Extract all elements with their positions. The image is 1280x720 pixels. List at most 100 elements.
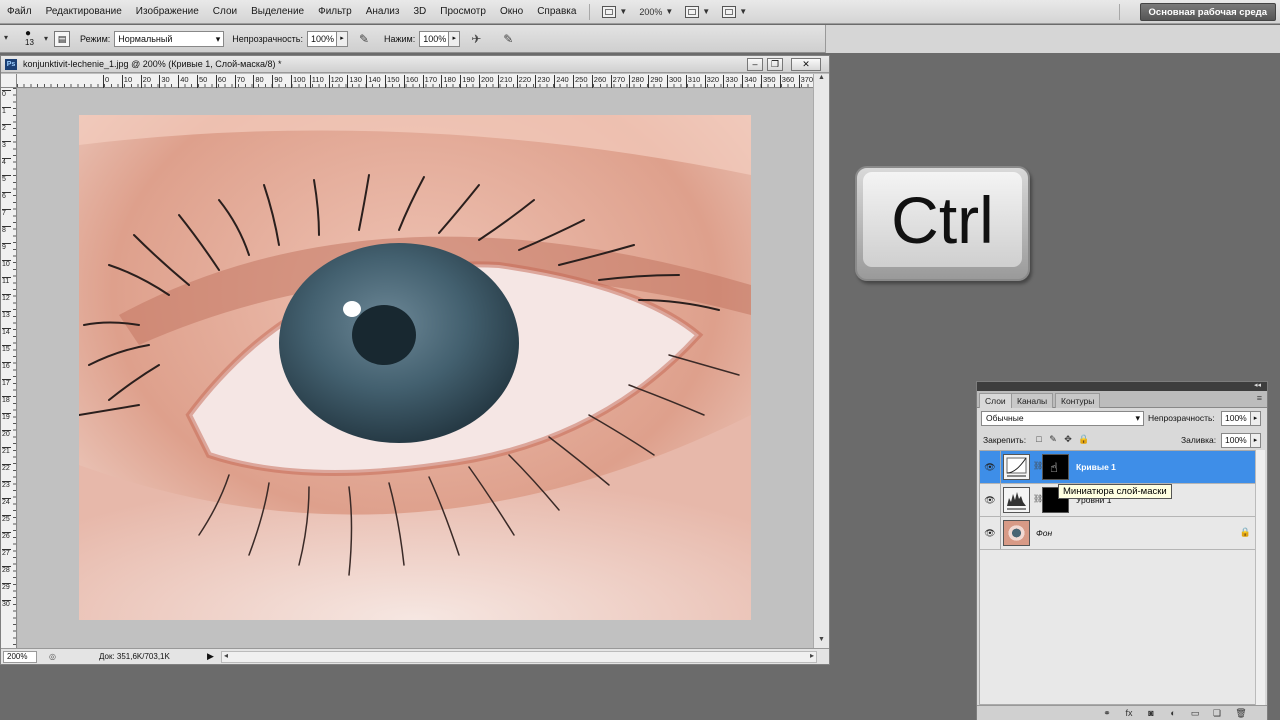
visibility-eye-icon[interactable]: 👁: [984, 461, 996, 473]
ruler-tick-label: 21: [2, 447, 11, 455]
levels-thumbnail-graphic: [1007, 492, 1026, 510]
chevron-down-icon: ▼: [619, 7, 628, 16]
tab-channels[interactable]: Каналы: [1011, 393, 1054, 408]
menu-filter[interactable]: Фильтр: [311, 6, 359, 17]
add-layer-mask-icon[interactable]: ◙: [1145, 707, 1157, 719]
layer-opacity-slider-toggle[interactable]: ▸: [1251, 411, 1261, 426]
ruler-tick-label: 360: [779, 75, 794, 88]
levels-adjustment-icon[interactable]: [1003, 487, 1030, 513]
zoom-field[interactable]: 200%: [3, 651, 37, 663]
layer-name[interactable]: Фон: [1036, 528, 1052, 538]
lock-position-icon[interactable]: ✥: [1063, 434, 1073, 444]
menu-3d[interactable]: 3D: [406, 6, 433, 17]
panel-menu-icon[interactable]: ≡: [1257, 393, 1262, 403]
document-title-bar[interactable]: Ps konjunktivit-lechenie_1.jpg @ 200% (К…: [1, 56, 829, 73]
vertical-scrollbar[interactable]: ▲ ▼: [813, 74, 829, 648]
status-menu-arrow-icon[interactable]: ▶: [207, 651, 214, 662]
ruler-tick-label: 330: [723, 75, 738, 88]
add-layer-style-icon[interactable]: fx: [1123, 707, 1135, 719]
brush-panel-toggle-button[interactable]: ▤: [54, 30, 71, 47]
new-adjustment-layer-icon[interactable]: ◐: [1167, 707, 1179, 719]
ruler-tick-label: 140: [366, 75, 381, 88]
ruler-tick-label: 260: [591, 75, 606, 88]
collapse-icon[interactable]: ◂◂: [1254, 381, 1261, 389]
photoshop-icon: Ps: [5, 59, 17, 70]
menu-view[interactable]: Просмотр: [433, 6, 493, 17]
arrange-documents-control[interactable]: ▼: [685, 5, 710, 18]
fill-slider-toggle[interactable]: ▸: [1251, 433, 1261, 448]
workspace-button[interactable]: Основная рабочая среда: [1139, 3, 1276, 21]
visibility-eye-icon[interactable]: 👁: [984, 527, 996, 539]
screen-view-control[interactable]: ▼: [722, 5, 747, 18]
menu-image[interactable]: Изображение: [129, 6, 206, 17]
tab-paths[interactable]: Контуры: [1055, 393, 1101, 408]
delete-layer-icon[interactable]: 🗑: [1235, 707, 1247, 719]
lock-transparency-icon[interactable]: □: [1034, 434, 1044, 444]
ruler-tick-label: 10: [2, 260, 11, 268]
ruler-tick-label: 100: [291, 75, 306, 88]
ruler-tick-label: 30: [2, 600, 11, 608]
menu-file[interactable]: Файл: [0, 6, 39, 17]
lock-image-icon[interactable]: ✎: [1048, 434, 1058, 444]
ruler-tick-label: 14: [2, 328, 11, 336]
eye-divider: [1000, 451, 1001, 483]
horizontal-ruler[interactable]: 0 10 20 30 40 50 60 70 80 90 100 110 120 130 140 150 160…: [17, 74, 813, 88]
fill-input[interactable]: 100%: [1221, 433, 1251, 448]
ruler-tick-label: 350: [761, 75, 776, 88]
menu-help[interactable]: Справка: [530, 6, 583, 17]
ruler-tick-label: 200: [479, 75, 494, 88]
new-layer-icon[interactable]: ❏: [1211, 707, 1223, 719]
ruler-tick-label: 80: [253, 75, 264, 88]
zoom-level-control[interactable]: 200% ▼: [639, 7, 673, 17]
mode-select[interactable]: Нормальный: [114, 30, 225, 47]
ruler-tick-label: 12: [2, 294, 11, 302]
layer-row-background[interactable]: 👁 Фон 🔒: [980, 517, 1264, 550]
maximize-button[interactable]: ❐: [767, 58, 783, 71]
options-bar: ▾ ● 13 ▾ ▤ Режим: Нормальный Непрозрачно…: [0, 25, 1280, 53]
scroll-left-icon[interactable]: ◂: [224, 651, 228, 660]
layer-row-curves[interactable]: 👁 ⛓ Кривые 1: [980, 451, 1264, 484]
chevron-down-icon[interactable]: ▾: [44, 34, 48, 43]
menu-window[interactable]: Окно: [493, 6, 530, 17]
screen-mode-control[interactable]: ▼: [602, 5, 628, 18]
menu-edit[interactable]: Редактирование: [39, 6, 129, 17]
status-info-icon[interactable]: ◎: [49, 652, 56, 661]
ruler-tick-label: 70: [234, 75, 245, 88]
lock-all-icon[interactable]: 🔒: [1078, 434, 1089, 444]
menu-layers[interactable]: Слои: [206, 6, 244, 17]
layers-scrollbar[interactable]: [1255, 450, 1265, 705]
flow-slider-toggle[interactable]: ▸: [449, 30, 461, 47]
minimize-button[interactable]: ‒: [747, 58, 763, 71]
opacity-slider-toggle[interactable]: ▸: [336, 30, 348, 47]
menu-analysis[interactable]: Анализ: [359, 6, 407, 17]
eye-photo[interactable]: [79, 115, 751, 620]
opacity-label: Непрозрачность:: [232, 33, 303, 44]
scroll-up-icon[interactable]: ▲: [814, 74, 829, 86]
scroll-right-icon[interactable]: ▸: [810, 651, 814, 660]
document-status-bar: 200% ◎ Док: 351,6K/703,1K ▶ ◂ ▸: [1, 648, 829, 664]
layers-panel: ◂◂ Слои Каналы Контуры ≡ Обычные Непрозр…: [976, 381, 1268, 720]
brush-preset-picker[interactable]: ● 13: [22, 28, 44, 50]
tablet-opacity-icon[interactable]: ✎: [356, 31, 372, 47]
airbrush-icon[interactable]: ✈: [468, 31, 484, 47]
opacity-input[interactable]: 100%: [306, 30, 337, 47]
curves-adjustment-icon[interactable]: [1003, 454, 1030, 480]
ruler-origin[interactable]: [1, 74, 17, 88]
link-layers-icon[interactable]: ⚭: [1101, 707, 1113, 719]
background-thumbnail[interactable]: [1003, 520, 1030, 546]
menu-select[interactable]: Выделение: [244, 6, 311, 17]
vertical-ruler[interactable]: 0 1 2 3 4 5 6 7 8 9 10 11 12 13 14 15 16 17 18 19 20 21 22 23 24…: [1, 88, 17, 648]
new-group-icon[interactable]: ▭: [1189, 707, 1201, 719]
scroll-down-icon[interactable]: ▼: [814, 636, 829, 648]
blend-mode-select[interactable]: Обычные: [981, 411, 1144, 426]
flow-input[interactable]: 100%: [419, 30, 450, 47]
horizontal-scrollbar[interactable]: ◂ ▸: [221, 651, 817, 663]
layer-name[interactable]: Кривые 1: [1076, 462, 1116, 472]
layer-opacity-input[interactable]: 100%: [1221, 411, 1251, 426]
tablet-size-icon[interactable]: ✎: [500, 31, 516, 47]
visibility-eye-icon[interactable]: 👁: [984, 494, 996, 506]
panel-grip[interactable]: ◂◂: [977, 382, 1267, 391]
tool-preset-caret-icon[interactable]: ▾: [4, 33, 8, 42]
tab-layers[interactable]: Слои: [979, 393, 1012, 408]
close-button[interactable]: ✕: [791, 58, 821, 71]
